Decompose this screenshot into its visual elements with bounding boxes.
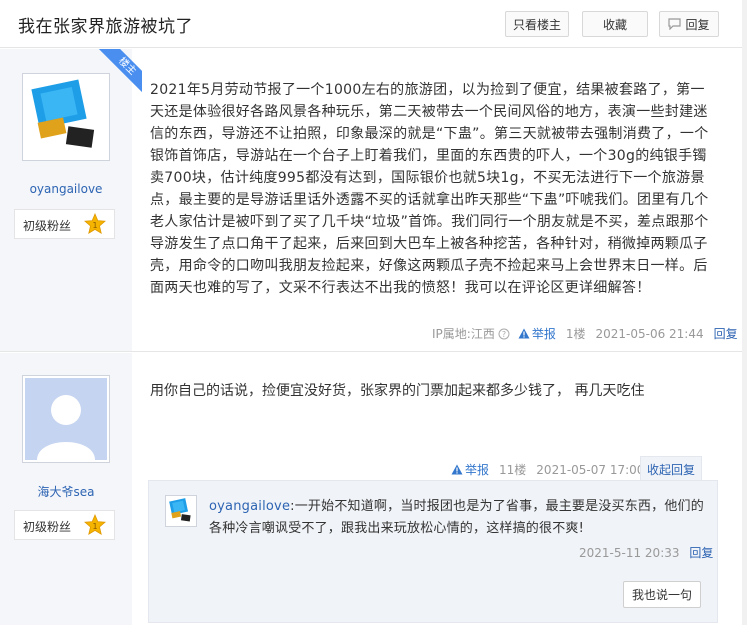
reply-link[interactable]: 回复 — [714, 325, 738, 342]
post-content: 用你自己的话说，捡便宜没好货，张家界的门票加起来都多少钱了， 再几天吃住 — [150, 383, 645, 399]
star-level-number: 1 — [92, 522, 97, 531]
fan-level-label: 初级粉丝 — [23, 520, 72, 534]
star-badge-icon: 1 — [84, 213, 106, 235]
author-name[interactable]: 海大爷sea — [0, 483, 132, 500]
report-link[interactable]: 举报 — [518, 325, 556, 342]
post-floor-1: oyangailove 初级粉丝 1 楼主 2021年5月劳动节报了一个1000… — [0, 49, 742, 352]
report-label: 举报 — [465, 463, 490, 477]
report-link[interactable]: 举报 — [451, 461, 489, 478]
floor-number: 1楼 — [565, 327, 586, 341]
post-floor-11: 海大爷sea 初级粉丝 1 用你自己的话说，捡便宜没好货，张家界的门票加起来都多… — [0, 353, 742, 625]
sub-reply-time: 2021-5-11 20:33 — [579, 546, 680, 560]
post-meta: IP属地:江西 ? 举报 1楼 2021-05-06 21:44 回复 — [432, 325, 738, 342]
thread-header: 我在张家界旅游被坑了 只看楼主 收藏 回复 — [0, 0, 747, 48]
default-avatar-image — [25, 378, 107, 460]
ip-location: IP属地:江西 — [432, 327, 495, 341]
only-op-label: 只看楼主 — [512, 17, 561, 32]
avatar-image — [167, 497, 195, 525]
fan-level-label: 初级粉丝 — [23, 219, 72, 233]
warning-icon — [451, 464, 463, 475]
reply-button[interactable]: 回复 — [659, 11, 719, 37]
report-label: 举报 — [531, 327, 556, 341]
sub-reply-panel: oyangailove:一开始不知道啊，当时报团也是为了省事，最主要是没买东西，… — [148, 480, 718, 623]
post-meta: 举报 11楼 2021-05-07 17:00 — [451, 461, 644, 478]
op-corner-tag: 楼主 — [98, 49, 142, 93]
avatar[interactable] — [22, 375, 110, 463]
thread-title: 我在张家界旅游被坑了 — [18, 17, 193, 37]
sub-reply-author[interactable]: oyangailove — [209, 499, 290, 514]
say-something-button[interactable]: 我也说一句 — [623, 581, 701, 608]
avatar-image — [25, 76, 107, 158]
reply-label: 回复 — [685, 17, 710, 32]
sub-reply-meta: 2021-5-11 20:33 回复 — [579, 544, 713, 561]
floor-number: 11楼 — [499, 463, 527, 477]
sub-reply-link[interactable]: 回复 — [689, 546, 713, 560]
svg-text:?: ? — [502, 330, 506, 339]
star-level-number: 1 — [92, 221, 97, 230]
op-tag-label: 楼主 — [98, 49, 142, 93]
favorite-label: 收藏 — [602, 17, 627, 32]
avatar[interactable] — [22, 73, 110, 161]
author-name[interactable]: oyangailove — [0, 182, 132, 196]
scrollbar[interactable] — [742, 0, 747, 625]
speech-bubble-icon — [668, 18, 682, 30]
author-sidebar: 海大爷sea 初级粉丝 1 — [0, 353, 132, 625]
only-op-button[interactable]: 只看楼主 — [505, 11, 569, 37]
collapse-replies-button[interactable]: 收起回复 — [640, 456, 702, 481]
help-circle-icon[interactable]: ? — [498, 328, 510, 340]
fan-level-badge: 初级粉丝 1 — [14, 209, 115, 239]
post-content: 2021年5月劳动节报了一个1000左右的旅游团，以为捡到了便宜，结果被套路了，… — [150, 82, 709, 296]
author-sidebar: oyangailove 初级粉丝 1 — [0, 49, 132, 351]
avatar[interactable] — [165, 495, 197, 527]
post-time: 2021-05-06 21:44 — [595, 326, 704, 341]
sub-reply-text: oyangailove:一开始不知道啊，当时报团也是为了省事，最主要是没买东西，… — [209, 496, 707, 540]
warning-icon — [518, 328, 530, 339]
favorite-button[interactable]: 收藏 — [582, 11, 648, 37]
fan-level-badge: 初级粉丝 1 — [14, 510, 115, 540]
post-time: 2021-05-07 17:00 — [536, 462, 645, 477]
star-badge-icon: 1 — [84, 514, 106, 536]
